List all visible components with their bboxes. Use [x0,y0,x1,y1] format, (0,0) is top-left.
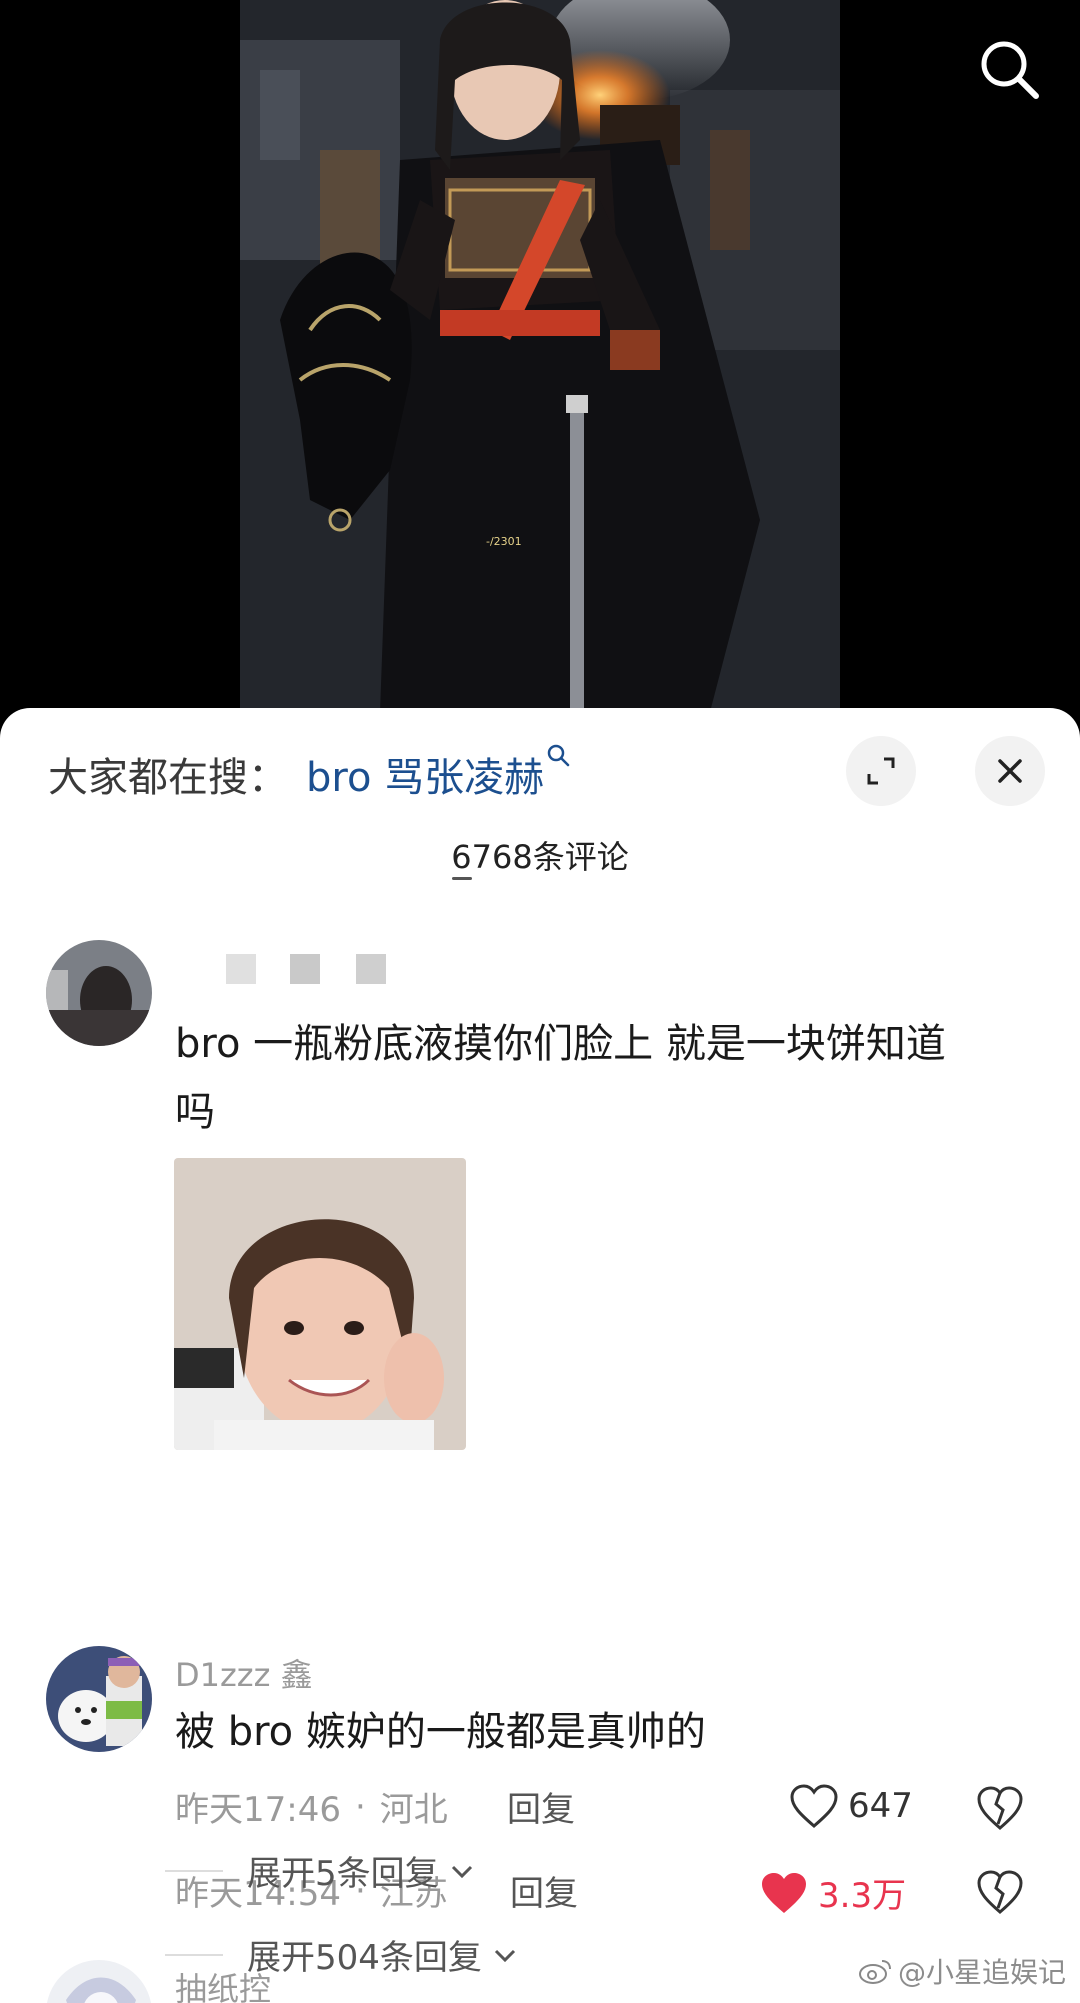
username-redacted [178,946,398,990]
close-icon [998,759,1022,783]
comment-image[interactable] [174,1158,466,1450]
search-icon [981,41,1039,99]
video-frame[interactable]: -/2301 [240,0,840,712]
comment-photo [174,1158,466,1450]
like-button[interactable]: 647 [790,1784,913,1828]
weibo-logo-icon [858,1960,891,1984]
hot-search-bar: 大家都在搜： bro 骂张凌赫 [48,744,574,804]
comment-meta: 昨天17:46 · 河北 [175,1782,448,1831]
close-button[interactable] [975,736,1045,806]
expand-replies-text: 展开504条回复 [247,1938,482,1978]
meta-separator: · [354,1786,366,1827]
comment-count: 6768条评论 [451,838,629,876]
watermark: @小星追娱记 [858,1951,1066,1991]
like-count: 3.3万 [818,1876,907,1916]
comment-count-underline [452,877,472,880]
hot-search-keyword-text: bro 骂张凌赫 [306,755,545,801]
reply-button[interactable]: 回复 [510,1866,578,1915]
avatar-image [46,940,152,1046]
expand-button[interactable] [846,736,916,806]
comment-time: 昨天17:46 [175,1790,341,1830]
expand-replies[interactable]: 展开5条回复 [165,1846,477,1895]
divider-line [165,1953,223,1956]
avatar[interactable] [46,1960,152,2003]
avatar[interactable] [46,1646,152,1752]
comment-sheet: 大家都在搜： bro 骂张凌赫 6768条评论 bro 一瓶粉底液摸你们脸上 就… [0,708,1080,2003]
broken-heart-icon [977,1870,1023,1914]
like-count: 647 [848,1786,913,1826]
reply-button[interactable]: 回复 [507,1782,575,1831]
avatar[interactable] [46,940,152,1046]
username[interactable]: 抽纸控 [175,1964,271,2003]
video-overlay-text: -/2301 [486,535,522,548]
username[interactable]: D1zzz 鑫 [175,1650,313,1696]
hot-search-label: 大家都在搜： [48,755,288,801]
video-player[interactable]: -/2301 [0,0,1080,712]
comment-text: bro 一瓶粉底液摸你们脸上 就是一块饼知道 吗 [175,1010,1035,1146]
divider-line [165,1869,223,1872]
avatar-image [46,1646,152,1752]
expand-replies-text: 展开5条回复 [247,1854,439,1894]
like-button[interactable]: 3.3万 [760,1868,906,1917]
chevron-down-icon [494,1949,515,1962]
comment-text-line: 吗 [175,1089,215,1135]
avatar-image [46,1960,152,2003]
video-still-image: -/2301 [240,0,840,712]
video-search-button[interactable] [972,32,1048,108]
expand-icon [867,757,895,785]
comment-text-line: bro 一瓶粉底液摸你们脸上 就是一块饼知道 [175,1021,946,1067]
dislike-button[interactable] [976,1868,1024,1916]
heart-filled-icon [762,1872,806,1913]
search-icon [547,744,570,767]
comment-location: 河北 [379,1790,448,1830]
chevron-down-icon [451,1865,472,1878]
heart-outline-icon [790,1784,838,1828]
dislike-button[interactable] [976,1784,1024,1832]
broken-heart-icon [977,1786,1023,1830]
comment-text: 被 bro 嫉妒的一般都是真帅的 [175,1709,706,1755]
hot-search-keyword[interactable]: bro 骂张凌赫 [306,744,574,803]
watermark-text: @小星追娱记 [897,1956,1066,1989]
